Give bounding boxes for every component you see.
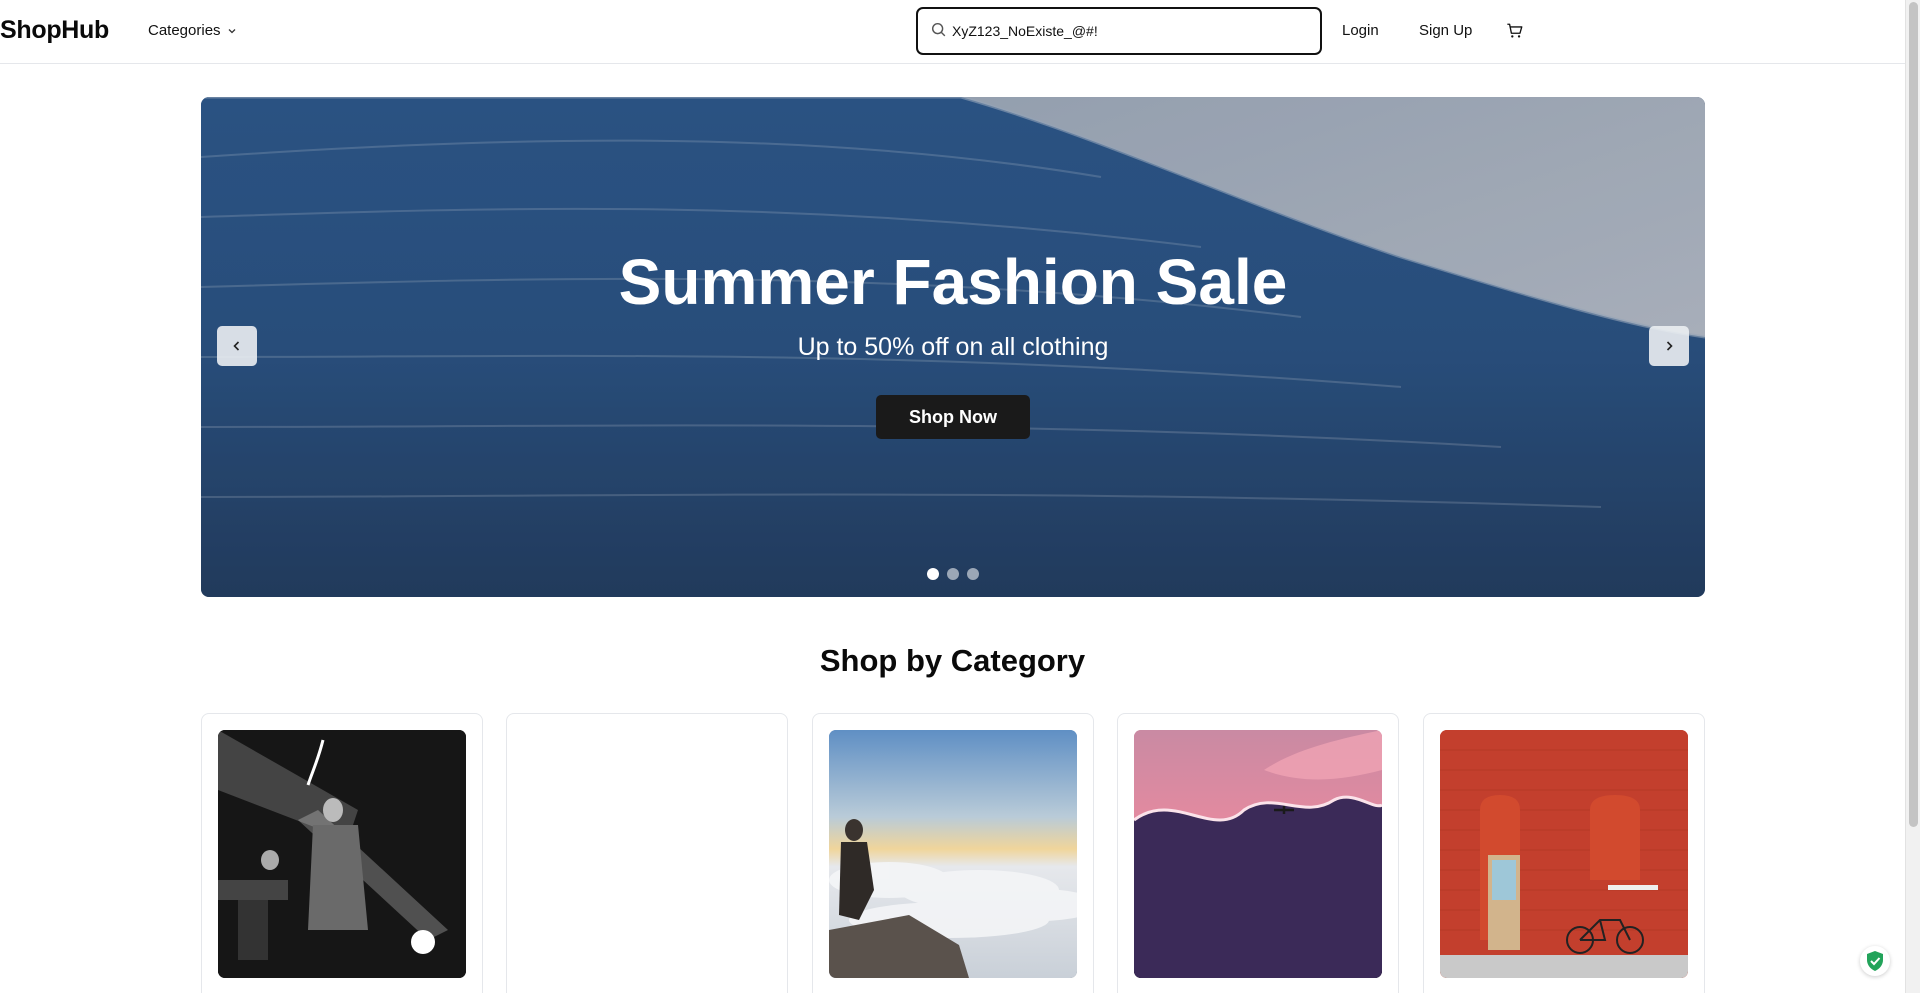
site-logo[interactable]: ShopHub [0, 16, 109, 45]
category-card[interactable] [201, 713, 483, 993]
shop-by-category-heading: Shop by Category [819, 643, 1086, 678]
category-image-empty [523, 730, 771, 978]
category-card[interactable] [1423, 713, 1705, 993]
carousel-dots [201, 568, 1705, 580]
chevron-left-icon [233, 341, 240, 351]
clouds-photo [829, 730, 1077, 978]
page-scrollbar[interactable] [1905, 0, 1920, 993]
category-image-brick-wall [1440, 730, 1688, 978]
category-card[interactable] [1117, 713, 1399, 993]
signup-link[interactable]: Sign Up [1419, 22, 1472, 39]
categories-menu[interactable]: Categories [148, 22, 237, 39]
carousel-dot-1[interactable] [927, 568, 939, 580]
carousel-dot-3[interactable] [967, 568, 979, 580]
categories-label: Categories [148, 22, 221, 39]
shop-now-button[interactable]: Shop Now [876, 395, 1030, 439]
hero-title: Summer Fashion Sale [618, 246, 1288, 318]
login-link[interactable]: Login [1342, 22, 1379, 39]
carousel-dot-2[interactable] [947, 568, 959, 580]
search-icon [931, 22, 946, 37]
shield-check-icon [1867, 951, 1883, 971]
scrollbar-thumb[interactable] [1909, 2, 1918, 827]
category-image-clouds [829, 730, 1077, 978]
category-card[interactable] [506, 713, 788, 993]
carousel-prev-button[interactable] [217, 326, 257, 366]
category-card[interactable] [812, 713, 1094, 993]
hero-subtitle: Up to 50% off on all clothing [797, 333, 1109, 361]
category-image-sunset [1134, 730, 1382, 978]
cart-icon[interactable] [1506, 22, 1524, 40]
search-input[interactable] [952, 20, 1312, 42]
concert-photo [218, 730, 466, 978]
hero-carousel: Summer Fashion Sale Up to 50% off on all… [201, 97, 1705, 597]
chevron-right-icon [1666, 341, 1673, 351]
chevron-down-icon [228, 28, 236, 33]
category-image-concert [218, 730, 466, 978]
security-badge[interactable] [1860, 946, 1890, 976]
site-header: ShopHub Categories Login Sign Up [0, 0, 1905, 64]
sunset-photo [1134, 730, 1382, 978]
search-box[interactable] [916, 7, 1322, 55]
carousel-next-button[interactable] [1649, 326, 1689, 366]
brick-wall-photo [1440, 730, 1688, 978]
